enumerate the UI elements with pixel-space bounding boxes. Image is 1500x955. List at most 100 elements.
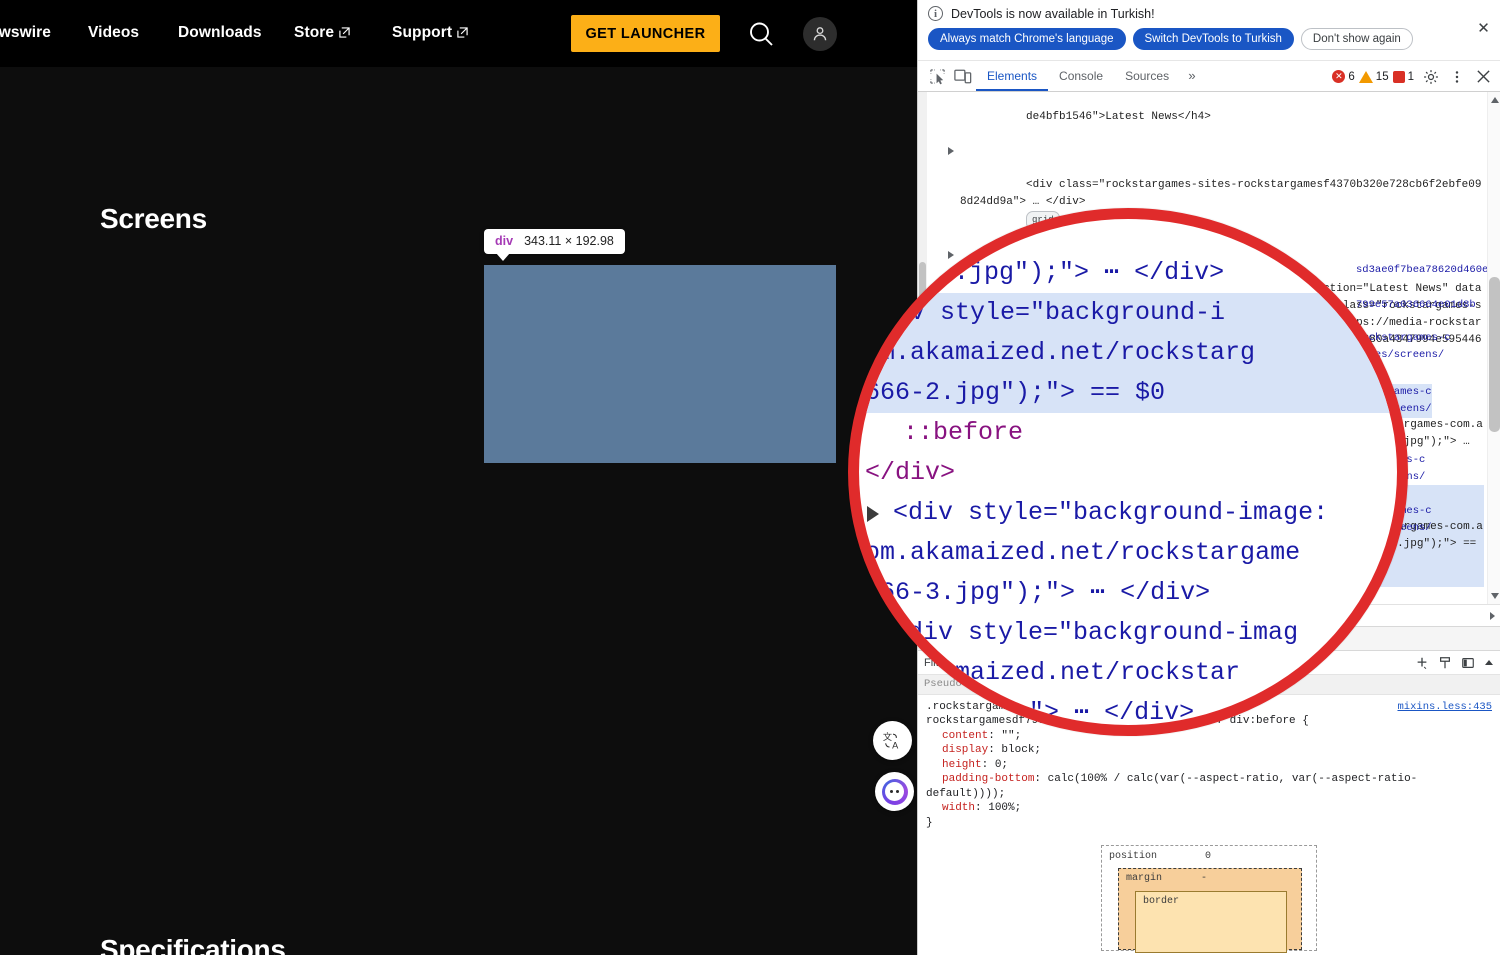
scroll-up-arrow-icon[interactable] — [1491, 97, 1499, 103]
nav-item-store[interactable]: Store — [294, 24, 350, 42]
dom-line[interactable]: de4bfb1546">Latest News</h4> — [930, 92, 1484, 143]
error-icon: ✕ — [1332, 70, 1346, 83]
css-selector-line-2[interactable]: rockstargamesdf799e57a036664e01d8b1c2891… — [926, 714, 1492, 729]
error-count: 6 — [1348, 70, 1355, 83]
css-source-link[interactable]: mixins.less:435 — [1397, 700, 1492, 715]
dom-line[interactable]: ::before — [930, 587, 1484, 604]
tab-styles[interactable]: Styles — [924, 627, 971, 651]
box-model-margin[interactable]: margin - border — [1118, 868, 1302, 953]
computed-styles-sidebar-icon[interactable] — [1438, 656, 1452, 670]
kebab-menu-icon[interactable] — [1444, 65, 1470, 89]
inspector-tooltip-dimensions: 343.11 × 192.98 — [524, 234, 614, 248]
css-declaration[interactable]: padding-bottom: calc(100% / calc(var(--a… — [926, 772, 1492, 801]
get-launcher-button[interactable]: GET LAUNCHER — [571, 15, 720, 52]
box-model-position-value: 0 — [1205, 851, 1212, 862]
hover-state-toggle[interactable]: :hov — [958, 657, 979, 669]
dom-tree-right-scrollbar[interactable] — [1487, 92, 1500, 604]
tab-console[interactable]: Console — [1048, 61, 1114, 91]
expand-twisty-icon[interactable] — [948, 147, 954, 155]
chevron-right-icon[interactable] — [1490, 611, 1495, 620]
nav-item-downloads[interactable]: Downloads — [178, 24, 262, 42]
tab-layout[interactable]: Layout — [1044, 627, 1095, 651]
dom-line-text: <div style="background-image: url("https… — [968, 521, 1483, 567]
translate-icon: 文 A — [882, 731, 898, 750]
dom-tree-left-scrollbar[interactable] — [918, 92, 927, 604]
tab-elements[interactable]: Elements — [976, 61, 1048, 91]
tab-properties[interactable]: Properties — [1097, 627, 1165, 651]
dom-tree-lines: de4bfb1546">Latest News</h4> <div class=… — [930, 92, 1500, 604]
css-styles-pane: Pseudo ::before element mixins.less:435 … — [918, 675, 1500, 835]
switch-devtools-language-button[interactable]: Switch DevTools to Turkish — [1132, 28, 1294, 50]
css-declaration[interactable]: content: ""; — [926, 729, 1492, 744]
expand-twisty-icon[interactable] — [956, 387, 962, 395]
css-property-name[interactable]: display — [926, 743, 988, 758]
box-model-margin-value: - — [1201, 873, 1208, 884]
css-declaration[interactable]: height: 0; — [926, 758, 1492, 773]
class-toggle[interactable]: .cls — [989, 657, 1006, 669]
css-property-name[interactable]: padding-bottom — [926, 772, 1034, 787]
search-icon[interactable] — [745, 18, 777, 50]
expand-twisty-icon[interactable] — [956, 489, 962, 497]
css-property-value[interactable]: ""; — [1001, 730, 1021, 742]
account-avatar-button[interactable] — [803, 17, 837, 51]
box-model-position[interactable]: position 0 margin - border — [1101, 845, 1317, 953]
language-banner-message: DevTools is now available in Turkish! — [951, 6, 1155, 21]
always-match-language-button[interactable]: Always match Chrome's language — [928, 28, 1126, 50]
dom-breadcrumb[interactable]: 1c28918f7e7 div — [918, 604, 1500, 626]
nav-item-support-label: Support — [392, 24, 453, 41]
filter-input[interactable]: Filter — [924, 657, 948, 669]
warning-counter[interactable]: 15 — [1358, 70, 1389, 83]
close-icon[interactable]: ✕ — [1475, 19, 1492, 37]
inspect-element-icon[interactable] — [924, 64, 950, 88]
more-tabs-icon[interactable]: » — [1180, 69, 1204, 84]
css-declaration[interactable]: display: block; — [926, 743, 1492, 758]
scroll-down-arrow-icon[interactable] — [1491, 593, 1499, 599]
dom-line-selected[interactable]: <div style="background-image: url("https… — [930, 485, 1484, 587]
scrollbar-thumb[interactable] — [1489, 277, 1500, 432]
dom-line-text: <div class="rockstargames-sites-rockstar… — [960, 179, 1482, 208]
css-property-value[interactable]: 100%; — [988, 802, 1021, 814]
gear-icon[interactable] — [1418, 65, 1444, 89]
new-style-rule-icon[interactable] — [1415, 656, 1429, 670]
pseudo-element-label: Pseudo ::before element — [918, 675, 1500, 695]
breadcrumb-item-active[interactable]: div — [1003, 608, 1033, 623]
nav-item-videos[interactable]: Videos — [88, 24, 139, 42]
css-declaration[interactable]: width: 100%; — [926, 801, 1492, 816]
dom-tree-panel[interactable]: de4bfb1546">Latest News</h4> <div class=… — [918, 92, 1500, 604]
toggle-sidebar-icon[interactable] — [1461, 656, 1475, 670]
dont-show-again-button[interactable]: Don't show again — [1300, 28, 1413, 50]
device-toolbar-icon[interactable] — [950, 64, 976, 88]
css-property-name[interactable]: content — [926, 729, 988, 744]
scroll-up-arrow-icon[interactable] — [1484, 658, 1494, 668]
issue-icon — [1392, 70, 1405, 83]
translate-floating-button[interactable]: 文 A — [873, 721, 912, 760]
devtools-status-counters: ✕ 6 15 1 — [1332, 61, 1414, 92]
nav-item-newswire[interactable]: ewswire — [0, 24, 51, 42]
tab-accessibility[interactable]: Accessibility — [1167, 627, 1246, 651]
dom-line[interactable]: <div class="rockstargames-sites-rockstar… — [930, 143, 1484, 247]
styles-pane-tabs: Styles Computed Layout Properties Access… — [918, 626, 1500, 651]
dom-line[interactable]: <a title data-gtm-category="Games" data-… — [930, 247, 1484, 383]
css-property-value[interactable]: block; — [1001, 744, 1041, 756]
css-property-name[interactable]: height — [926, 758, 982, 773]
box-model-border[interactable]: border — [1135, 891, 1287, 953]
inspector-highlight-box[interactable] — [484, 265, 836, 463]
css-property-name[interactable]: width — [926, 801, 975, 816]
dom-line[interactable]: <div style="background-image: url("https… — [930, 383, 1484, 485]
close-devtools-icon[interactable] — [1470, 65, 1496, 89]
assistant-floating-button[interactable] — [875, 772, 914, 811]
css-rule[interactable]: mixins.less:435 .rockstargames-sites- ro… — [918, 695, 1500, 836]
expand-twisty-icon[interactable] — [948, 251, 954, 259]
tab-computed[interactable]: Computed — [973, 627, 1042, 651]
grid-badge[interactable]: grid — [1026, 211, 1060, 230]
issue-counter[interactable]: 1 — [1392, 70, 1414, 83]
nav-item-support[interactable]: Support — [392, 24, 468, 42]
scrollbar-thumb[interactable] — [919, 262, 926, 442]
css-property-value[interactable]: 0; — [995, 759, 1008, 771]
breadcrumb-item[interactable]: 1c28918f7e7 — [926, 610, 995, 622]
issue-count: 1 — [1407, 70, 1414, 83]
site-navbar: ewswire Videos Downloads Store Support G — [0, 0, 917, 67]
tab-sources[interactable]: Sources — [1114, 61, 1180, 91]
svg-text:文: 文 — [882, 731, 891, 742]
error-counter[interactable]: ✕ 6 — [1332, 70, 1355, 83]
